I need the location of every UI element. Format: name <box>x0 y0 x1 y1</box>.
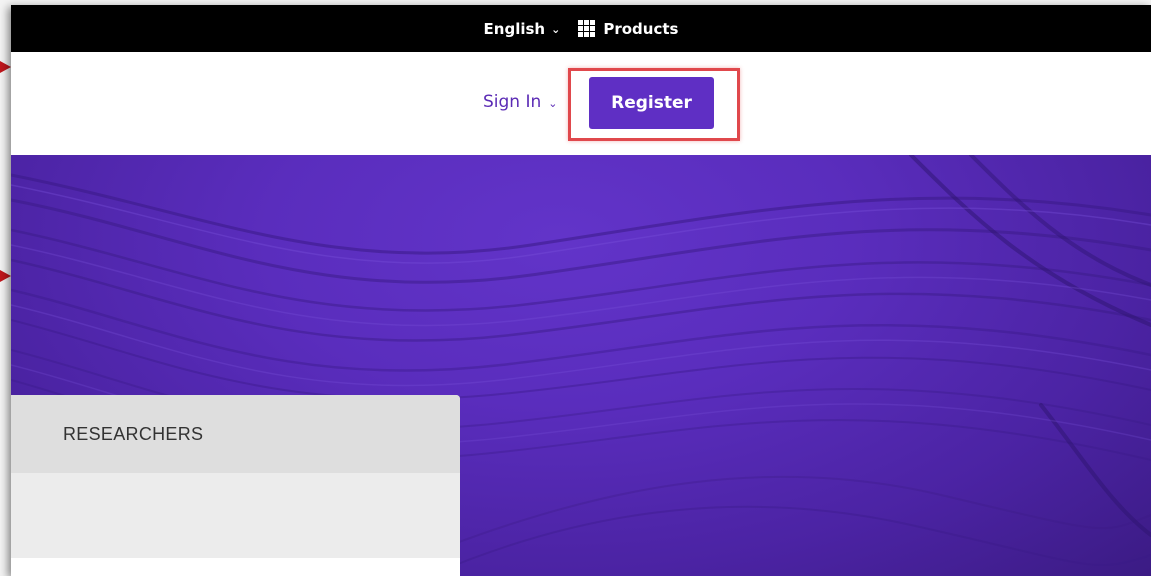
site-header: Sign In ⌄ Register <box>11 52 1151 155</box>
sign-in-label: Sign In <box>483 92 542 112</box>
products-label: Products <box>603 19 679 38</box>
top-bar: English ⌄ Products <box>11 5 1151 52</box>
register-button[interactable]: Register <box>589 77 714 129</box>
browser-page: English ⌄ Products Sign In ⌄ Register RE… <box>11 5 1151 576</box>
tab-researchers[interactable]: RESEARCHERS <box>11 395 460 473</box>
language-selector[interactable]: English ⌄ <box>484 20 561 38</box>
hero-banner: RESEARCHERS <box>11 155 1151 576</box>
annotation-arrow <box>0 61 11 73</box>
chevron-down-icon: ⌄ <box>551 23 561 36</box>
chevron-down-icon: ⌄ <box>548 96 558 110</box>
audience-tabs-card: RESEARCHERS <box>11 395 460 576</box>
tab-researchers-label: RESEARCHERS <box>63 423 204 444</box>
language-label: English <box>483 19 546 38</box>
sign-in-menu[interactable]: Sign In ⌄ <box>483 92 558 112</box>
annotation-arrow <box>0 270 11 282</box>
grid-icon <box>578 20 596 37</box>
products-menu[interactable]: Products <box>578 20 678 38</box>
tab-content-area <box>11 473 460 558</box>
screenshot-frame: English ⌄ Products Sign In ⌄ Register RE… <box>0 0 1151 576</box>
card-footer-strip <box>11 558 460 576</box>
